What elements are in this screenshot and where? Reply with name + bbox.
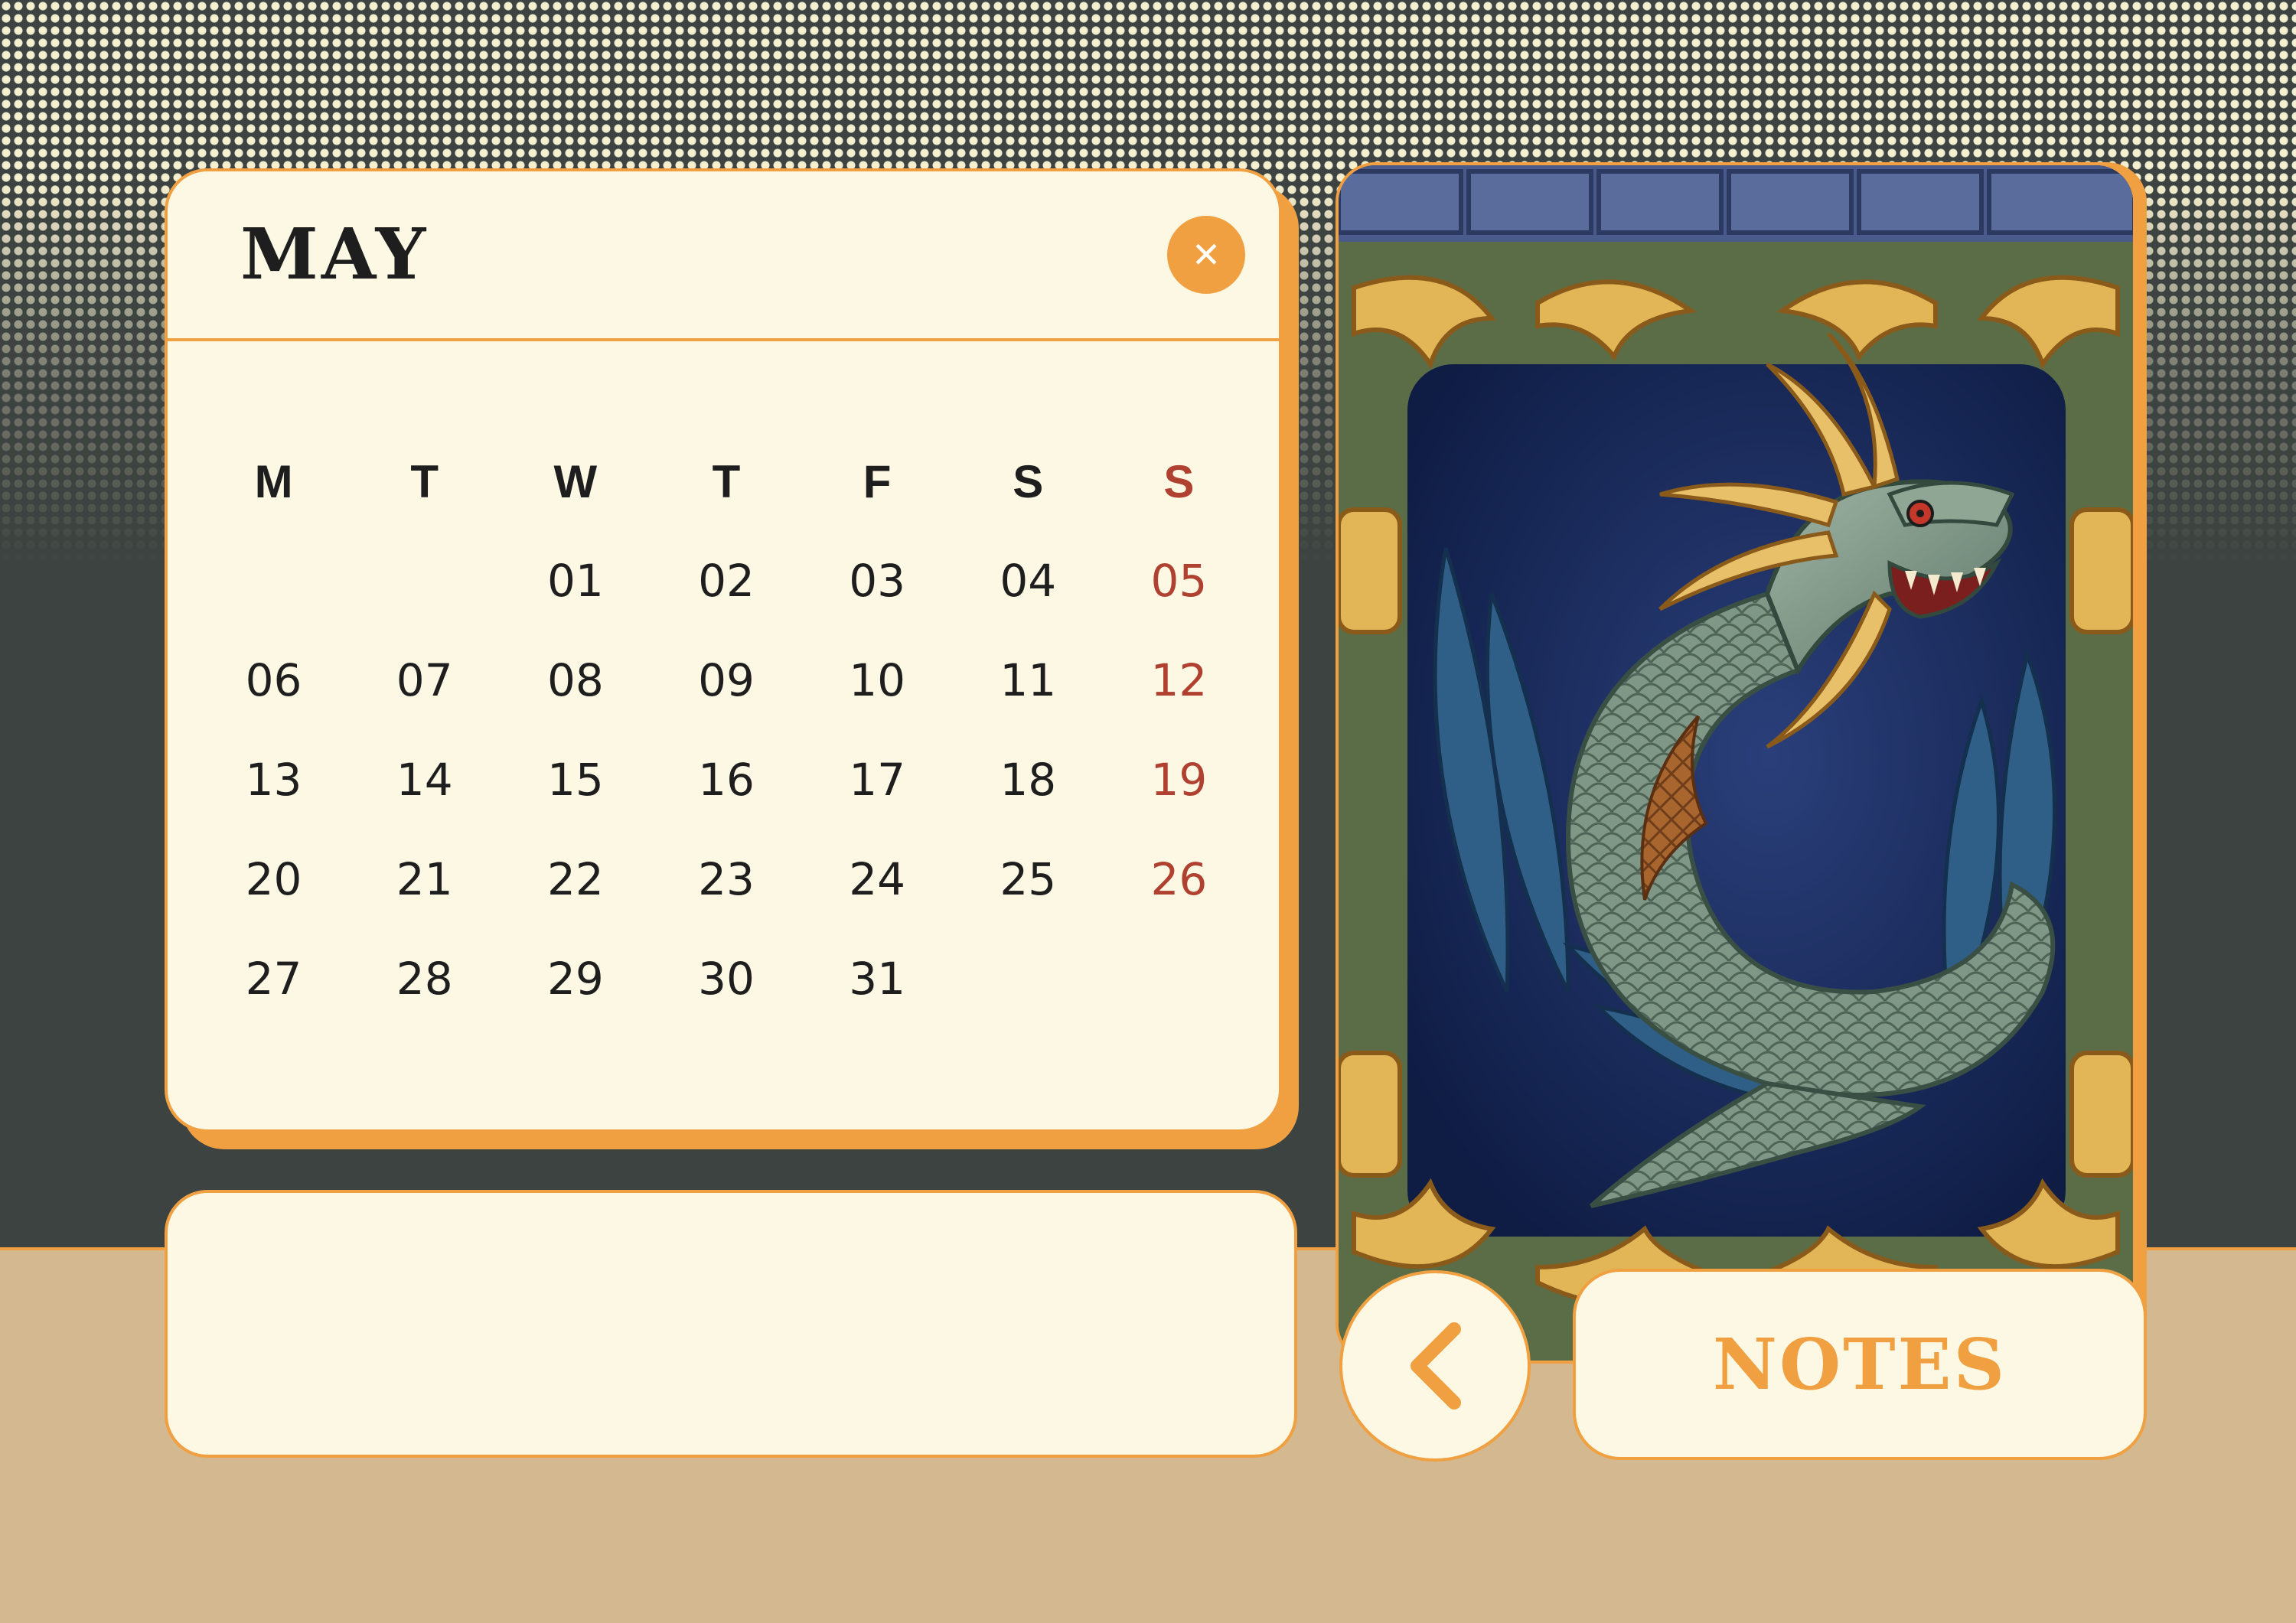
calendar-day[interactable]: 16 [698, 754, 755, 806]
weekday-header: M [254, 455, 293, 507]
calendar-day[interactable]: 25 [1000, 853, 1056, 905]
calendar-day[interactable]: 06 [246, 654, 302, 706]
calendar-day[interactable]: 30 [698, 953, 755, 1005]
back-button[interactable] [1339, 1270, 1531, 1462]
weekday-header: T [410, 455, 439, 507]
notes-area[interactable] [165, 1190, 1297, 1458]
calendar-day[interactable]: 27 [246, 953, 302, 1005]
calendar-day[interactable]: 15 [547, 754, 604, 806]
calendar-day[interactable]: 04 [1000, 555, 1056, 607]
calendar-day[interactable]: 05 [1151, 555, 1208, 607]
calendar-day[interactable]: 22 [547, 853, 604, 905]
calendar-day[interactable]: 02 [698, 555, 755, 607]
calendar-day[interactable]: 01 [547, 555, 604, 607]
month-title: MAY [240, 213, 429, 295]
calendar-day[interactable]: 23 [698, 853, 755, 905]
calendar-day[interactable]: 11 [1000, 654, 1056, 706]
close-button[interactable]: ✕ [1167, 216, 1245, 294]
weekday-header: F [863, 455, 892, 507]
chevron-left-icon [1411, 1322, 1461, 1410]
calendar-day[interactable]: 17 [849, 754, 905, 806]
image-frame [1336, 162, 2147, 1364]
weekday-header: S [1013, 455, 1044, 507]
calendar-day[interactable]: 07 [396, 654, 453, 706]
notes-button[interactable]: NOTES [1573, 1269, 2147, 1460]
weekday-header: S [1163, 455, 1195, 507]
notes-button-label: NOTES [1712, 1323, 2007, 1406]
calendar-day[interactable]: 21 [396, 853, 453, 905]
calendar-day[interactable]: 10 [849, 654, 905, 706]
weekday-header: W [553, 455, 598, 507]
calendar-grid: M T W T F S S 01 02 03 04 05 06 07 08 09 10 11 12 13 14 15 16 1… [198, 432, 1254, 1028]
calendar-day[interactable]: 24 [849, 853, 905, 905]
calendar-day[interactable]: 29 [547, 953, 604, 1005]
calendar-day[interactable]: 31 [849, 953, 905, 1005]
calendar-day[interactable]: 14 [396, 754, 453, 806]
calendar-day[interactable]: 08 [547, 654, 604, 706]
calendar-day[interactable]: 13 [246, 754, 302, 806]
calendar-card: MAY ✕ M T W T F S S 01 02 03 04 05 06 07 08 09 10 11 12 13 1… [165, 168, 1282, 1133]
calendar-day[interactable]: 12 [1151, 654, 1208, 706]
calendar-day[interactable]: 03 [849, 555, 905, 607]
calendar-day[interactable]: 18 [1000, 754, 1056, 806]
calendar-day[interactable]: 19 [1151, 754, 1208, 806]
calendar-day[interactable]: 20 [246, 853, 302, 905]
close-icon: ✕ [1191, 234, 1221, 275]
calendar-day[interactable]: 09 [698, 654, 755, 706]
weekday-header: T [712, 455, 741, 507]
calendar-header: MAY ✕ [168, 171, 1279, 341]
dragon-tile-image [1339, 165, 2133, 1361]
dragon-illustration [1339, 165, 2133, 1361]
calendar-day[interactable]: 28 [396, 953, 453, 1005]
calendar-day[interactable]: 26 [1151, 853, 1208, 905]
